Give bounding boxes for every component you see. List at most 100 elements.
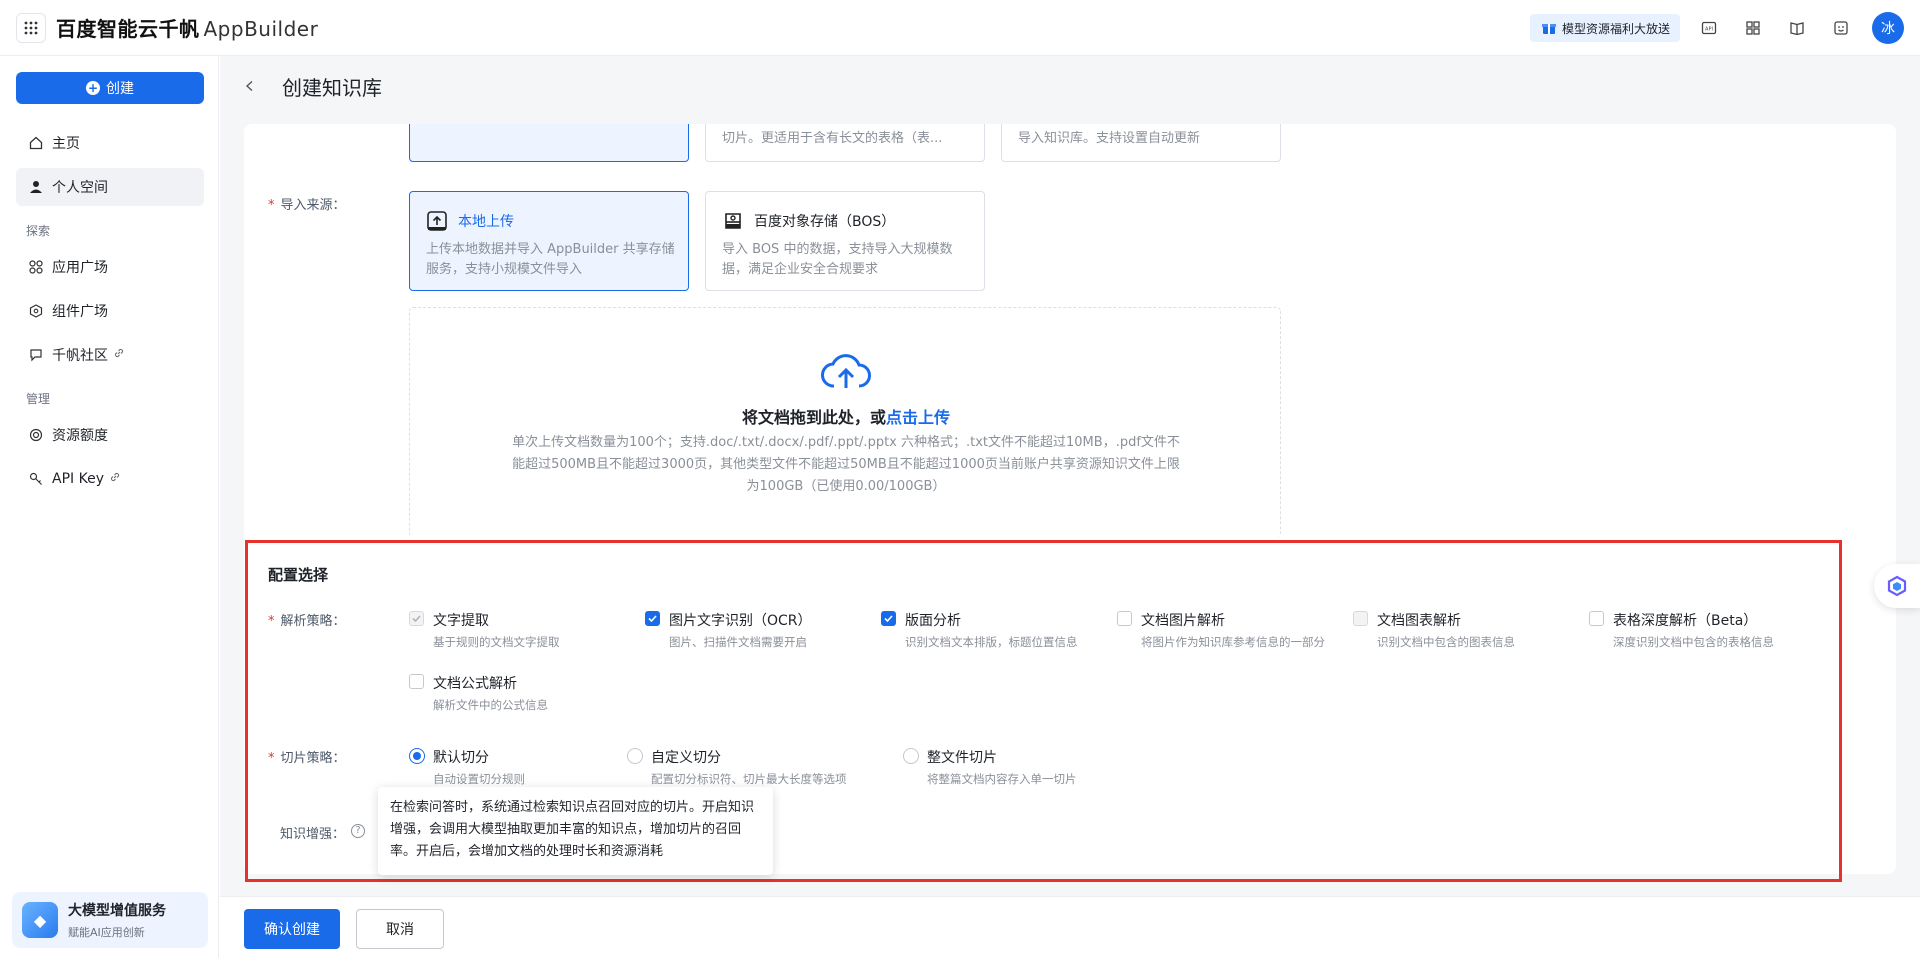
checkbox[interactable] <box>1589 611 1604 626</box>
section-explore: 探索 <box>26 224 51 238</box>
top-bar: 百度智能云千帆 AppBuilder 模型资源福利大放送 API 冰 <box>0 0 1920 56</box>
option-label: 文档公式解析 <box>433 676 517 692</box>
external-link-icon <box>113 347 125 363</box>
sidebar: + 创建 主页 个人空间 探索 应用广场 组件广场 千帆社区 管理 资源额度 A… <box>0 56 219 958</box>
source-title: 本地上传 <box>458 214 514 230</box>
quota-icon <box>28 427 44 443</box>
checkbox[interactable] <box>1353 611 1368 626</box>
user-avatar[interactable]: 冰 <box>1872 12 1904 44</box>
confirm-create-button[interactable]: 确认创建 <box>244 909 340 949</box>
section-manage: 管理 <box>26 392 51 406</box>
service-icon: ◆ <box>22 902 58 938</box>
upload-dropzone[interactable]: 将文档拖到此处，或点击上传 单次上传文档数量为100个；支持.doc/.txt/… <box>409 307 1281 537</box>
app-grid-icon[interactable] <box>16 12 46 43</box>
import-source-label: * 导入来源： <box>268 198 346 213</box>
option-label: 默认切分 <box>433 750 489 766</box>
upload-title: 将文档拖到此处，或点击上传 <box>741 408 951 427</box>
sidebar-item-component-square[interactable]: 组件广场 <box>16 292 204 330</box>
sidebar-item-api-key[interactable]: API Key <box>16 460 204 498</box>
page-header: 创建知识库 <box>240 70 382 102</box>
api-icon[interactable]: API <box>1698 17 1720 39</box>
brand-logo[interactable]: 百度智能云千帆 AppBuilder <box>56 13 318 42</box>
feedback-icon[interactable] <box>1830 17 1852 39</box>
click-upload-link[interactable]: 点击上传 <box>886 408 950 427</box>
cancel-button[interactable]: 取消 <box>356 909 444 949</box>
option-description: 识别文档文本排版，标题位置信息 <box>905 635 1078 649</box>
method-card-2[interactable]: 切片。更适用于含有长文的表格（表... <box>705 124 985 162</box>
create-label: 创建 <box>106 81 134 97</box>
sidebar-item-label: 应用广场 <box>52 260 108 276</box>
card-description: 切片。更适用于含有长文的表格（表... <box>722 131 943 146</box>
promo-banner[interactable]: 模型资源福利大放送 <box>1530 14 1680 42</box>
help-circle-icon[interactable]: ? <box>351 824 365 838</box>
svg-text:API: API <box>1705 27 1713 33</box>
home-icon <box>28 135 44 151</box>
option-label: 文字提取 <box>433 613 489 629</box>
page-title: 创建知识库 <box>282 75 382 100</box>
checkbox[interactable] <box>409 674 424 689</box>
brand-name: 百度智能云千帆 <box>56 17 200 41</box>
sidebar-item-label: 组件广场 <box>52 304 108 320</box>
sidebar-item-label: 个人空间 <box>52 180 108 196</box>
value-added-service-card[interactable]: ◆ 大模型增值服务 赋能AI应用创新 <box>12 892 208 948</box>
parse-strategy-label: * 解析策略： <box>268 614 346 629</box>
option-label: 文档图表解析 <box>1377 613 1461 629</box>
sidebar-item-label: 资源额度 <box>52 428 108 444</box>
method-card-3[interactable]: 导入知识库。支持设置自动更新 <box>1001 124 1281 162</box>
sidebar-item-app-square[interactable]: 应用广场 <box>16 248 204 286</box>
knowledge-enhance-label: 知识增强： <box>280 827 346 842</box>
source-description: 上传本地数据并导入 AppBuilder 共享存储服务，支持小规模文件导入 <box>426 242 675 277</box>
checkbox[interactable] <box>881 611 896 626</box>
method-card-selected[interactable] <box>409 124 689 162</box>
bos-storage-icon <box>725 213 741 229</box>
option-description: 将图片作为知识库参考信息的一部分 <box>1141 635 1325 649</box>
option-description: 配置切分标识符、切片最大长度等选项 <box>651 772 847 786</box>
option-label: 文档图片解析 <box>1141 613 1225 629</box>
assistant-icon <box>1887 575 1907 597</box>
sidebar-item-label: 主页 <box>52 136 80 152</box>
key-icon <box>28 471 44 487</box>
option-description: 识别文档中包含的图表信息 <box>1377 635 1515 649</box>
option-description: 基于规则的文档文字提取 <box>433 635 560 649</box>
option-label: 图片文字识别（OCR） <box>669 613 812 629</box>
create-button[interactable]: + 创建 <box>16 72 204 104</box>
upload-box-icon <box>427 211 447 231</box>
back-arrow-icon[interactable] <box>240 76 260 96</box>
source-description: 导入 BOS 中的数据，支持导入大规模数据，满足企业安全合规要求 <box>722 242 953 277</box>
assistant-float-button[interactable] <box>1874 564 1920 608</box>
source-bos[interactable]: 百度对象存储（BOS） 导入 BOS 中的数据，支持导入大规模数据，满足企业安全… <box>705 191 985 291</box>
radio[interactable] <box>627 748 643 764</box>
gift-icon <box>1542 24 1556 34</box>
user-icon <box>28 179 44 195</box>
option-description: 解析文件中的公式信息 <box>433 698 548 712</box>
option-label: 版面分析 <box>905 613 961 629</box>
brand-product: AppBuilder <box>203 17 319 41</box>
option-label: 表格深度解析（Beta） <box>1613 613 1758 629</box>
component-icon <box>28 303 44 319</box>
sidebar-item-home[interactable]: 主页 <box>16 124 204 162</box>
card-description: 导入知识库。支持设置自动更新 <box>1018 131 1201 146</box>
sidebar-item-community[interactable]: 千帆社区 <box>16 336 204 374</box>
sidebar-item-label: 千帆社区 <box>52 348 108 364</box>
cloud-upload-icon <box>821 354 871 388</box>
radio[interactable] <box>903 748 919 764</box>
apps-icon <box>28 259 44 275</box>
docs-book-icon[interactable] <box>1786 17 1808 39</box>
components-icon[interactable] <box>1742 17 1764 39</box>
checkbox[interactable] <box>1117 611 1132 626</box>
sidebar-item-resource-quota[interactable]: 资源额度 <box>16 416 204 454</box>
option-description: 将整篇文档内容存入单一切片 <box>927 772 1077 786</box>
sidebar-item-personal-space[interactable]: 个人空间 <box>16 168 204 206</box>
checkbox[interactable] <box>645 611 660 626</box>
plus-icon: + <box>86 81 100 95</box>
radio[interactable] <box>409 748 425 764</box>
option-description: 深度识别文档中包含的表格信息 <box>1613 635 1774 649</box>
promo-text: 模型资源福利大放送 <box>1562 21 1671 36</box>
chunk-strategy-label: * 切片策略： <box>268 751 346 766</box>
source-title: 百度对象存储（BOS） <box>754 214 896 230</box>
checkbox[interactable] <box>409 611 424 626</box>
source-local-upload[interactable]: 本地上传 上传本地数据并导入 AppBuilder 共享存储服务，支持小规模文件… <box>409 191 689 291</box>
option-description: 自动设置切分规则 <box>433 772 525 786</box>
service-title: 大模型增值服务 <box>68 903 166 919</box>
service-subtitle: 赋能AI应用创新 <box>68 926 145 939</box>
